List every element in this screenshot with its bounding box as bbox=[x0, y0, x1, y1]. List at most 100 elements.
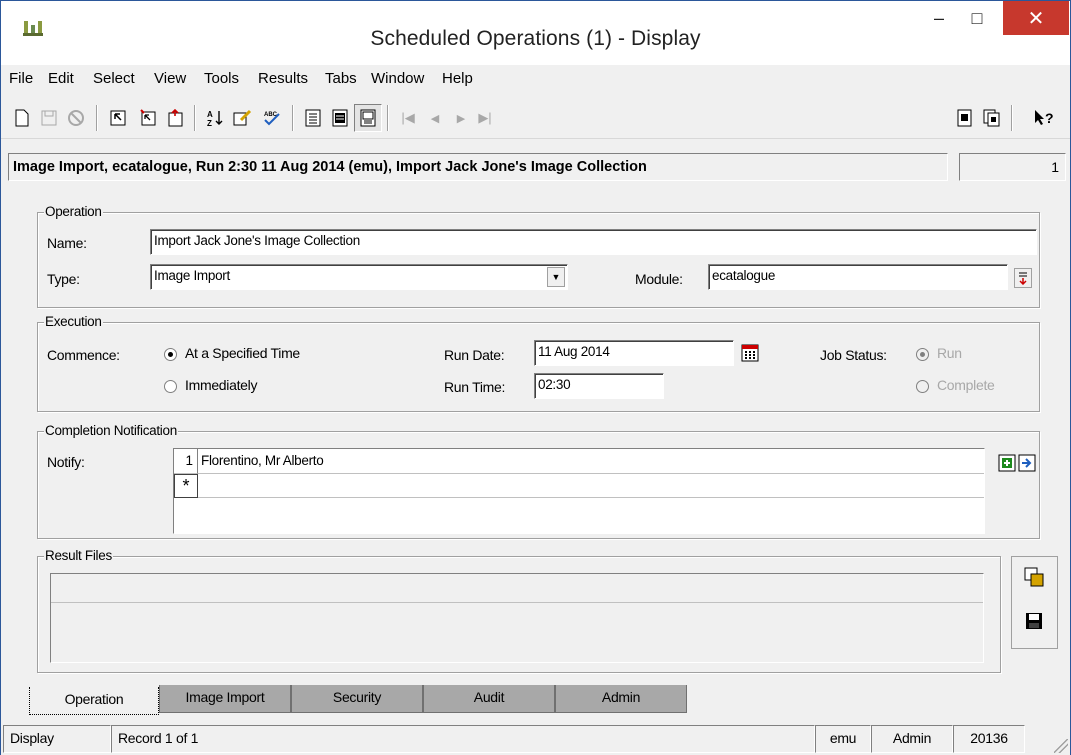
new-row-cell[interactable] bbox=[198, 474, 984, 498]
module-label: Module: bbox=[635, 271, 683, 287]
row-number: 1 bbox=[174, 449, 198, 474]
record-count: 1 bbox=[959, 153, 1066, 181]
chevron-down-icon[interactable]: ▼ bbox=[547, 267, 565, 287]
cancel-icon[interactable] bbox=[65, 107, 87, 129]
type-label: Type: bbox=[47, 271, 80, 287]
spellcheck-icon[interactable]: ABC bbox=[261, 107, 283, 129]
run-time-field[interactable]: 02:30 bbox=[534, 373, 664, 399]
menu-tabs[interactable]: Tabs bbox=[325, 70, 357, 87]
radio-specified-time[interactable] bbox=[164, 348, 177, 361]
next-record-icon[interactable]: ▶ bbox=[450, 107, 472, 129]
status-user: Admin bbox=[871, 725, 953, 753]
run-time-label: Run Time: bbox=[444, 379, 506, 395]
add-record-icon[interactable] bbox=[137, 107, 159, 129]
calendar-icon[interactable] bbox=[740, 343, 760, 363]
sort-icon[interactable]: AZ bbox=[204, 107, 226, 129]
status-database: emu bbox=[815, 725, 871, 753]
save-file-icon[interactable] bbox=[1024, 611, 1044, 631]
edit-icon[interactable] bbox=[232, 107, 254, 129]
run-date-label: Run Date: bbox=[444, 347, 505, 363]
status-bar: Display Record 1 of 1 emu Admin 20136 bbox=[1, 719, 1070, 755]
group-label: Result Files bbox=[44, 548, 113, 563]
group-label: Execution bbox=[44, 314, 103, 329]
status-mode: Display bbox=[3, 725, 111, 753]
menu-file[interactable]: File bbox=[9, 70, 33, 87]
tab-security[interactable]: Security bbox=[291, 685, 423, 713]
tab-admin[interactable]: Admin bbox=[555, 685, 687, 713]
name-label: Name: bbox=[47, 235, 87, 251]
title-bar[interactable]: Scheduled Operations (1) - Display – □ ✕ bbox=[1, 1, 1070, 65]
radio-status-complete-label[interactable]: Complete bbox=[937, 377, 995, 393]
menu-results[interactable]: Results bbox=[258, 70, 308, 87]
svg-text:A: A bbox=[207, 110, 213, 119]
menu-help[interactable]: Help bbox=[442, 70, 473, 87]
menu-select[interactable]: Select bbox=[93, 70, 135, 87]
page-view-icon[interactable] bbox=[354, 104, 382, 132]
copy-icon[interactable] bbox=[981, 107, 1003, 129]
close-button[interactable]: ✕ bbox=[1003, 1, 1069, 35]
help-icon[interactable]: ? bbox=[1033, 107, 1055, 129]
list-view-icon[interactable] bbox=[302, 107, 324, 129]
delete-record-icon[interactable] bbox=[164, 107, 186, 129]
record-summary-bar: Image Import, ecatalogue, Run 2:30 11 Au… bbox=[1, 139, 1070, 195]
save-icon[interactable] bbox=[38, 107, 60, 129]
tab-audit[interactable]: Audit bbox=[423, 685, 555, 713]
maximize-button[interactable]: □ bbox=[959, 1, 995, 35]
result-files-group: Result Files bbox=[37, 548, 1001, 673]
result-files-list[interactable] bbox=[50, 573, 984, 663]
radio-status-run-label[interactable]: Run bbox=[937, 345, 962, 361]
menu-edit[interactable]: Edit bbox=[48, 70, 74, 87]
last-record-icon[interactable]: ▶| bbox=[474, 107, 496, 129]
toolbar-separator bbox=[387, 105, 389, 131]
menu-window[interactable]: Window bbox=[371, 70, 424, 87]
type-select[interactable]: Image Import bbox=[150, 264, 568, 290]
radio-status-complete[interactable] bbox=[916, 380, 929, 393]
name-field[interactable]: Import Jack Jone's Image Collection bbox=[150, 229, 1037, 255]
search-icon[interactable] bbox=[107, 107, 129, 129]
open-files-icon[interactable] bbox=[1024, 567, 1044, 587]
details-view-icon[interactable] bbox=[329, 107, 351, 129]
notify-row-value[interactable]: Florentino, Mr Alberto bbox=[198, 449, 984, 474]
prev-record-icon[interactable]: ◀ bbox=[424, 107, 446, 129]
operation-group: Operation Name: Import Jack Jone's Image… bbox=[37, 204, 1040, 308]
minimize-button[interactable]: – bbox=[921, 1, 957, 35]
toolbar-separator bbox=[292, 105, 294, 131]
commence-label: Commence: bbox=[47, 347, 120, 363]
radio-specified-label[interactable]: At a Specified Time bbox=[185, 345, 300, 361]
window-title: Scheduled Operations (1) - Display bbox=[370, 27, 701, 50]
run-date-field[interactable]: 11 Aug 2014 bbox=[534, 340, 734, 366]
notify-grid[interactable]: 1 Florentino, Mr Alberto * bbox=[173, 448, 985, 534]
execution-group: Execution Commence: At a Specified Time … bbox=[37, 314, 1040, 412]
first-record-icon[interactable]: |◀ bbox=[397, 107, 419, 129]
toolbar: AZ ABC |◀ ◀ ▶ ▶| ? bbox=[1, 93, 1070, 139]
svg-text:?: ? bbox=[1045, 110, 1054, 126]
radio-immediately-label[interactable]: Immediately bbox=[185, 377, 257, 393]
menu-tools[interactable]: Tools bbox=[204, 70, 239, 87]
toolbar-separator bbox=[1011, 105, 1013, 131]
module-lookup-icon[interactable] bbox=[1014, 268, 1032, 288]
menu-view[interactable]: View bbox=[154, 70, 186, 87]
radio-status-run[interactable] bbox=[916, 348, 929, 361]
toolbar-separator bbox=[194, 105, 196, 131]
toolbar-separator bbox=[96, 105, 98, 131]
application-window: Scheduled Operations (1) - Display – □ ✕… bbox=[0, 0, 1071, 755]
group-label: Completion Notification bbox=[44, 423, 178, 438]
job-status-label: Job Status: bbox=[820, 347, 887, 363]
tab-operation[interactable]: Operation bbox=[29, 687, 159, 715]
new-icon[interactable] bbox=[11, 107, 33, 129]
tab-image-import[interactable]: Image Import bbox=[159, 685, 291, 713]
report-icon[interactable] bbox=[954, 107, 976, 129]
status-record-position: Record 1 of 1 bbox=[111, 725, 815, 753]
add-row-icon[interactable] bbox=[997, 453, 1017, 473]
result-files-actions bbox=[1011, 556, 1058, 649]
group-label: Operation bbox=[44, 204, 103, 219]
new-row-marker: * bbox=[174, 474, 198, 498]
tab-bar: Operation Image Import Security Audit Ad… bbox=[1, 683, 1070, 715]
resize-grip-icon[interactable] bbox=[1054, 739, 1068, 753]
insert-row-icon[interactable] bbox=[1017, 453, 1037, 473]
radio-immediately[interactable] bbox=[164, 380, 177, 393]
svg-text:Z: Z bbox=[207, 119, 212, 127]
module-field[interactable]: ecatalogue bbox=[708, 264, 1008, 290]
menu-bar: File Edit Select View Tools Results Tabs… bbox=[1, 65, 1070, 93]
status-number: 20136 bbox=[953, 725, 1025, 753]
